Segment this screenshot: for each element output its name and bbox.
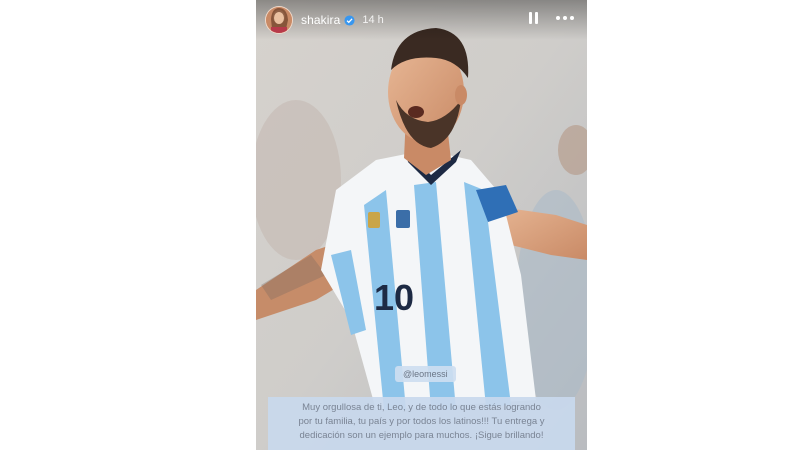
jersey-number: 10 bbox=[374, 277, 414, 318]
username[interactable]: shakira bbox=[301, 13, 340, 27]
mention-sticker[interactable]: @leomessi bbox=[395, 366, 456, 382]
story-timestamp: 14 h bbox=[362, 14, 384, 26]
more-options-icon[interactable] bbox=[554, 10, 576, 26]
caption-line: dedicación son un ejemplo para muchos. ¡… bbox=[299, 430, 544, 441]
profile-avatar[interactable] bbox=[265, 6, 293, 34]
verified-badge-icon bbox=[344, 14, 355, 26]
caption-line: por tu familia, tu país y por todos los … bbox=[298, 416, 545, 427]
story-caption: Muy orgullosa de ti, Leo, y de todo lo q… bbox=[268, 397, 575, 450]
story-photo: 10 bbox=[256, 0, 587, 450]
pause-icon[interactable] bbox=[526, 10, 540, 26]
story-viewer[interactable]: 10 shakira 14 h @leomessi Muy orgullosa … bbox=[256, 0, 587, 450]
caption-line: Muy orgullosa de ti, Leo, y de todo lo q… bbox=[302, 402, 541, 413]
